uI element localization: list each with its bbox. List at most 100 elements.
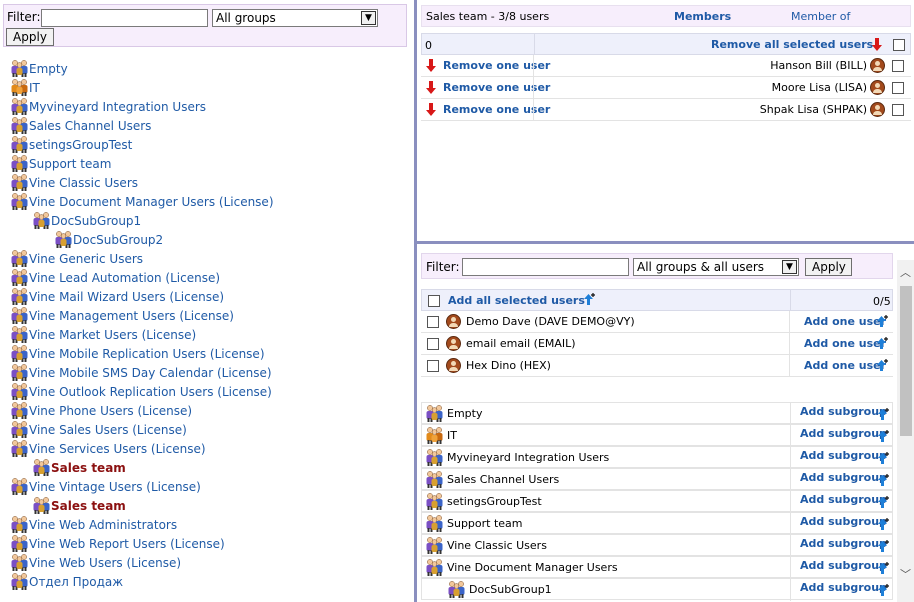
tree-item[interactable]: DocSubGroup2 (54, 230, 163, 249)
tree-item[interactable]: Vine Mail Wizard Users (License) (10, 287, 224, 306)
group-icon (10, 249, 29, 268)
member-checkbox[interactable] (892, 104, 904, 116)
tree-item[interactable]: Sales team (32, 458, 126, 477)
tree-item[interactable]: Vine Generic Users (10, 249, 143, 268)
tree-item[interactable]: IT (10, 78, 40, 97)
remove-one-user-link[interactable]: Remove one user (443, 103, 550, 116)
group-icon (32, 496, 51, 515)
member-name: Hanson Bill (BILL) (770, 59, 867, 72)
add-apply-button[interactable]: Apply (805, 258, 852, 276)
scroll-thumb[interactable] (900, 286, 912, 436)
tree-item[interactable]: Vine Mobile Replication Users (License) (10, 344, 265, 363)
tree-item[interactable]: Sales Channel Users (10, 116, 151, 135)
add-subgroup-link[interactable]: Add subgroup (800, 493, 887, 506)
tree-item[interactable]: setingsGroupTest (10, 135, 132, 154)
tree-item[interactable]: Support team (10, 154, 111, 173)
group-icon (425, 558, 444, 577)
tree-item-label: Vine Mobile SMS Day Calendar (License) (29, 365, 272, 380)
tree-item[interactable]: Vine Sales Users (License) (10, 420, 187, 439)
tree-item-label: Vine Classic Users (29, 175, 139, 190)
add-one-user-link[interactable]: Add one user (804, 315, 886, 328)
select-all-users-checkbox[interactable] (428, 295, 440, 307)
tree-item[interactable]: Vine Web Users (License) (10, 553, 181, 572)
tree-item-label: Vine Web Administrators (29, 517, 178, 532)
tab-members[interactable]: Members (674, 10, 731, 23)
tree-item-label: Sales Channel Users (29, 118, 152, 133)
group-icon (10, 401, 29, 420)
user-checkbox[interactable] (427, 338, 439, 350)
tree-item[interactable]: Vine Lead Automation (License) (10, 268, 220, 287)
tree-item[interactable]: Отдел Продаж (10, 572, 123, 591)
add-all-selected-link[interactable]: Add all selected users (448, 294, 585, 307)
user-icon (446, 358, 461, 373)
remove-one-user-link[interactable]: Remove one user (443, 59, 550, 72)
add-group-select[interactable]: All groups & all users ▼ (633, 258, 799, 276)
tree-item-label: Support team (29, 156, 112, 171)
tree-item[interactable]: Vine Document Manager Users (License) (10, 192, 274, 211)
horizontal-divider (417, 241, 914, 244)
tree-item-label: Myvineyard Integration Users (29, 99, 207, 114)
scroll-down-icon[interactable]: ﹀ (897, 566, 914, 583)
tree-item-label: Vine Phone Users (License) (29, 403, 193, 418)
tree-item[interactable]: Vine Outlook Replication Users (License) (10, 382, 272, 401)
remove-one-user-link[interactable]: Remove one user (443, 81, 550, 94)
add-subgroup-link[interactable]: Add subgroup (800, 405, 887, 418)
tree-item[interactable]: Sales team (32, 496, 126, 515)
group-icon (10, 59, 29, 78)
add-subgroup-link[interactable]: Add subgroup (800, 581, 887, 594)
tree-item[interactable]: DocSubGroup1 (32, 211, 141, 230)
filter-input[interactable] (41, 9, 208, 27)
tree-item[interactable]: Vine Classic Users (10, 173, 138, 192)
member-name: Moore Lisa (LISA) (771, 81, 867, 94)
subgroup-row: Vine Document Manager Users Add subgroup (421, 556, 893, 579)
add-subgroup-link[interactable]: Add subgroup (800, 449, 887, 462)
user-checkbox[interactable] (427, 360, 439, 372)
add-users-header: Add all selected users 0/5 (421, 289, 893, 312)
add-subgroup-link[interactable]: Add subgroup (800, 515, 887, 528)
tree-item[interactable]: Myvineyard Integration Users (10, 97, 206, 116)
select-all-members-checkbox[interactable] (893, 39, 905, 51)
tree-item[interactable]: Vine Web Administrators (10, 515, 177, 534)
add-subgroup-link[interactable]: Add subgroup (800, 471, 887, 484)
arrow-up-blue-icon (878, 540, 889, 552)
subgroup-name: Vine Classic Users (447, 539, 547, 552)
group-select[interactable]: All groups ▼ (212, 9, 378, 27)
member-checkbox[interactable] (892, 82, 904, 94)
arrow-up-blue-icon (878, 518, 889, 530)
scrollbar[interactable]: ︿ ﹀ (897, 260, 914, 602)
tree-item[interactable]: Empty (10, 59, 68, 78)
subgroup-name: IT (447, 429, 457, 442)
tree-item[interactable]: Vine Mobile SMS Day Calendar (License) (10, 363, 272, 382)
subgroup-name: Empty (447, 407, 483, 420)
add-subgroup-link[interactable]: Add subgroup (800, 427, 887, 440)
group-icon (32, 211, 51, 230)
group-icon (10, 287, 29, 306)
group-icon (10, 97, 29, 116)
tree-item[interactable]: Vine Market Users (License) (10, 325, 196, 344)
add-one-user-link[interactable]: Add one user (804, 337, 886, 350)
tree-item[interactable]: Vine Web Report Users (License) (10, 534, 225, 553)
user-row: email email (EMAIL) Add one user (421, 333, 893, 355)
remove-all-selected-link[interactable]: Remove all selected users (711, 38, 873, 51)
tree-item[interactable]: Vine Phone Users (License) (10, 401, 192, 420)
tree-item[interactable]: Vine Management Users (License) (10, 306, 234, 325)
scroll-up-icon[interactable]: ︿ (897, 264, 914, 281)
tree-item-label: Vine Vintage Users (License) (29, 479, 201, 494)
member-checkbox[interactable] (892, 60, 904, 72)
apply-button[interactable]: Apply (6, 28, 54, 46)
add-one-user-link[interactable]: Add one user (804, 359, 886, 372)
add-filter-input[interactable] (462, 258, 629, 276)
tree-item[interactable]: Vine Vintage Users (License) (10, 477, 201, 496)
left-filter-bar: Filter: All groups ▼ Apply (3, 4, 407, 47)
add-subgroup-link[interactable]: Add subgroup (800, 537, 887, 550)
tree-item[interactable]: Vine Services Users (License) (10, 439, 206, 458)
add-subgroup-link[interactable]: Add subgroup (800, 559, 887, 572)
tab-member-of[interactable]: Member of (791, 10, 850, 23)
members-header: Sales team - 3/8 users Members Member of (421, 5, 911, 27)
arrow-up-blue-icon (878, 452, 889, 464)
arrow-up-blue-icon (878, 474, 889, 486)
user-checkbox[interactable] (427, 316, 439, 328)
group-icon (425, 470, 444, 489)
filter-label: Filter: (7, 10, 41, 24)
arrow-down-red-icon (426, 59, 436, 72)
